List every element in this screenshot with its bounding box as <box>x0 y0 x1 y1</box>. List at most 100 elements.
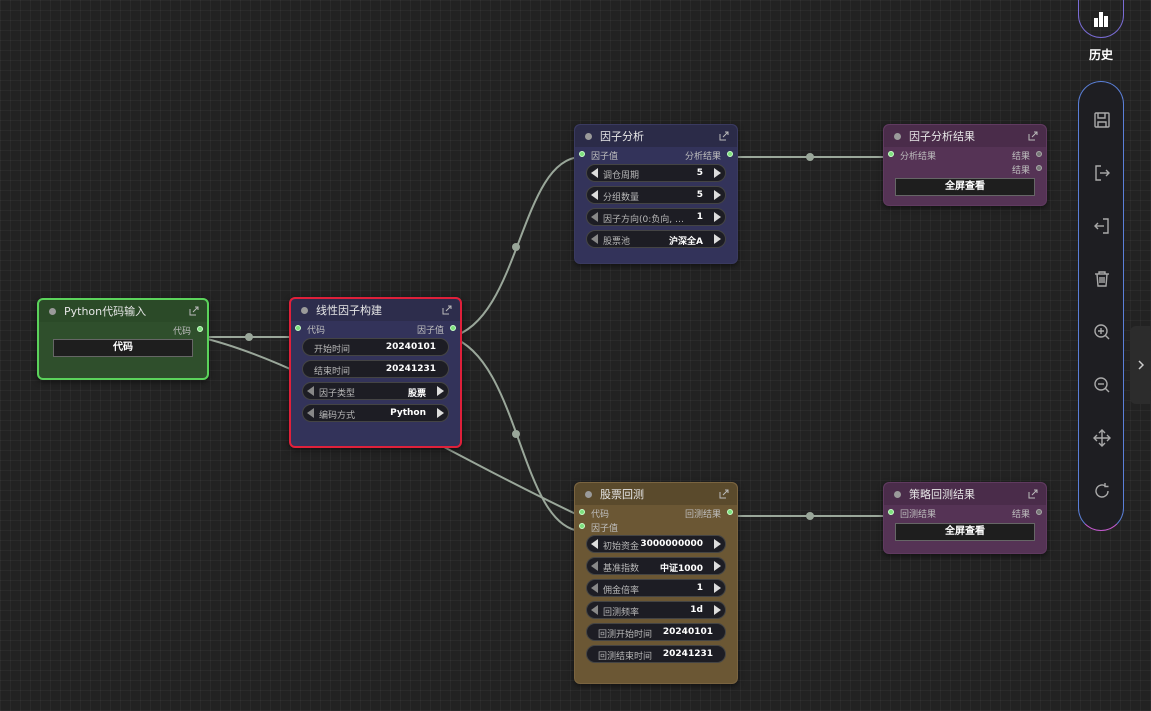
input-port-backtest[interactable] <box>888 509 894 515</box>
factor-direction-combo[interactable]: 因子方向(0:负向, … 1 <box>586 208 726 226</box>
node-factor-analysis[interactable]: 因子分析 因子值 分析结果 调仓周期 5 分组数量 5 因子方向(0:负向, …… <box>574 124 738 264</box>
node-factor-analysis-result[interactable]: 因子分析结果 分析结果 结果 结果 全屏查看 <box>883 124 1047 206</box>
field-label: 回测频率 <box>603 608 640 618</box>
node-stock-backtest[interactable]: 股票回测 代码 回测结果 因子值 初始资金 3000000000 基准指数 中证… <box>574 482 738 684</box>
node-header[interactable]: 策略回测结果 <box>884 483 1046 505</box>
increment-arrow-icon[interactable] <box>714 212 721 222</box>
increment-arrow-icon[interactable] <box>714 539 721 549</box>
backtest-end-date-field[interactable]: 回测结束时间 20241231 <box>586 645 726 663</box>
increment-arrow-icon[interactable] <box>714 561 721 571</box>
save-button[interactable] <box>1091 109 1113 131</box>
fullscreen-view-button[interactable]: 全屏查看 <box>895 523 1035 541</box>
collapse-dot[interactable] <box>301 306 308 314</box>
end-date-field[interactable]: 结束时间 20241231 <box>302 360 449 378</box>
node-header[interactable]: 因子分析 <box>575 125 737 147</box>
encoding-combo[interactable]: 编码方式 Python <box>302 404 449 422</box>
node-header[interactable]: 线性因子构建 <box>291 299 460 321</box>
stock-pool-combo[interactable]: 股票池 沪深全A <box>586 230 726 248</box>
decrement-arrow-icon[interactable] <box>591 539 598 549</box>
field-value: 股票 <box>407 389 426 399</box>
increment-arrow-icon[interactable] <box>437 408 444 418</box>
backtest-frequency-combo[interactable]: 回测频率 1d <box>586 601 726 619</box>
initial-capital-combo[interactable]: 初始资金 3000000000 <box>586 535 726 553</box>
increment-arrow-icon[interactable] <box>437 386 444 396</box>
input-label: 分析结果 <box>900 152 937 162</box>
input-port-factor[interactable] <box>579 523 585 529</box>
collapse-dot[interactable] <box>585 490 592 498</box>
backtest-start-date-field[interactable]: 回测开始时间 20240101 <box>586 623 726 641</box>
field-value: 20240101 <box>385 342 436 352</box>
wire-linear-to-analysis <box>450 156 581 338</box>
output-port-factor[interactable] <box>450 325 456 331</box>
edit-icon[interactable] <box>442 305 452 315</box>
output-port-analysis[interactable] <box>727 151 733 157</box>
output-port-result[interactable] <box>1036 151 1042 157</box>
refresh-button[interactable] <box>1091 480 1113 502</box>
output-port-backtest[interactable] <box>727 509 733 515</box>
edit-icon[interactable] <box>719 489 729 499</box>
edit-icon[interactable] <box>189 306 199 316</box>
code-button[interactable]: 代码 <box>53 339 193 357</box>
edit-icon[interactable] <box>1028 131 1038 141</box>
import-button[interactable] <box>1091 215 1113 237</box>
collapse-dot[interactable] <box>49 307 56 315</box>
edit-icon[interactable] <box>719 131 729 141</box>
increment-arrow-icon[interactable] <box>714 583 721 593</box>
input-label: 回测结果 <box>900 510 937 520</box>
zoom-out-button[interactable] <box>1091 374 1113 396</box>
decrement-arrow-icon[interactable] <box>591 190 598 200</box>
panel-collapse-tab[interactable] <box>1130 326 1151 404</box>
edit-icon[interactable] <box>1028 489 1038 499</box>
port-row: 因子值 <box>575 520 737 534</box>
decrement-arrow-icon[interactable] <box>591 561 598 571</box>
increment-arrow-icon[interactable] <box>714 234 721 244</box>
input-port-code[interactable] <box>579 509 585 515</box>
increment-arrow-icon[interactable] <box>714 190 721 200</box>
decrement-arrow-icon[interactable] <box>591 583 598 593</box>
field-label: 佣金倍率 <box>603 586 640 596</box>
node-title: 因子分析结果 <box>909 130 975 143</box>
increment-arrow-icon[interactable] <box>714 168 721 178</box>
field-label: 因子类型 <box>319 389 356 399</box>
node-header[interactable]: 因子分析结果 <box>884 125 1046 147</box>
node-header[interactable]: 股票回测 <box>575 483 737 505</box>
commission-multiplier-combo[interactable]: 佣金倍率 1 <box>586 579 726 597</box>
output-label: 代码 <box>172 327 191 337</box>
increment-arrow-icon[interactable] <box>714 605 721 615</box>
wire-midpoint <box>245 333 253 341</box>
node-linear-factor[interactable]: 线性因子构建 代码 因子值 开始时间 20240101 结束时间 2024123… <box>289 297 462 448</box>
output-port-result[interactable] <box>1036 509 1042 515</box>
export-button[interactable] <box>1091 162 1113 184</box>
decrement-arrow-icon[interactable] <box>591 234 598 244</box>
field-value: 20240101 <box>662 627 713 637</box>
decrement-arrow-icon[interactable] <box>591 212 598 222</box>
decrement-arrow-icon[interactable] <box>307 386 314 396</box>
history-button[interactable] <box>1078 0 1124 38</box>
decrement-arrow-icon[interactable] <box>307 408 314 418</box>
zoom-in-button[interactable] <box>1091 321 1113 343</box>
group-count-combo[interactable]: 分组数量 5 <box>586 186 726 204</box>
zoom-in-icon <box>1094 324 1110 340</box>
collapse-dot[interactable] <box>585 132 592 140</box>
output-port-result[interactable] <box>1036 165 1042 171</box>
fullscreen-view-button[interactable]: 全屏查看 <box>895 178 1035 196</box>
decrement-arrow-icon[interactable] <box>591 168 598 178</box>
output-port-code[interactable] <box>197 326 203 332</box>
benchmark-index-combo[interactable]: 基准指数 中证1000 <box>586 557 726 575</box>
decrement-arrow-icon[interactable] <box>591 605 598 615</box>
node-python-input[interactable]: Python代码输入 代码 代码 <box>37 298 209 380</box>
delete-button[interactable] <box>1091 268 1113 290</box>
start-date-field[interactable]: 开始时间 20240101 <box>302 338 449 356</box>
factor-type-combo[interactable]: 因子类型 股票 <box>302 382 449 400</box>
input-port-code[interactable] <box>295 325 301 331</box>
rebalance-period-combo[interactable]: 调仓周期 5 <box>586 164 726 182</box>
input-port-analysis[interactable] <box>888 151 894 157</box>
input-port-factor[interactable] <box>579 151 585 157</box>
collapse-dot[interactable] <box>894 132 901 140</box>
node-header[interactable]: Python代码输入 <box>39 300 207 322</box>
field-label: 股票池 <box>603 237 631 247</box>
fit-view-button[interactable] <box>1091 427 1113 449</box>
node-strategy-backtest-result[interactable]: 策略回测结果 回测结果 结果 全屏查看 <box>883 482 1047 554</box>
collapse-dot[interactable] <box>894 490 901 498</box>
input-label: 代码 <box>591 510 610 520</box>
